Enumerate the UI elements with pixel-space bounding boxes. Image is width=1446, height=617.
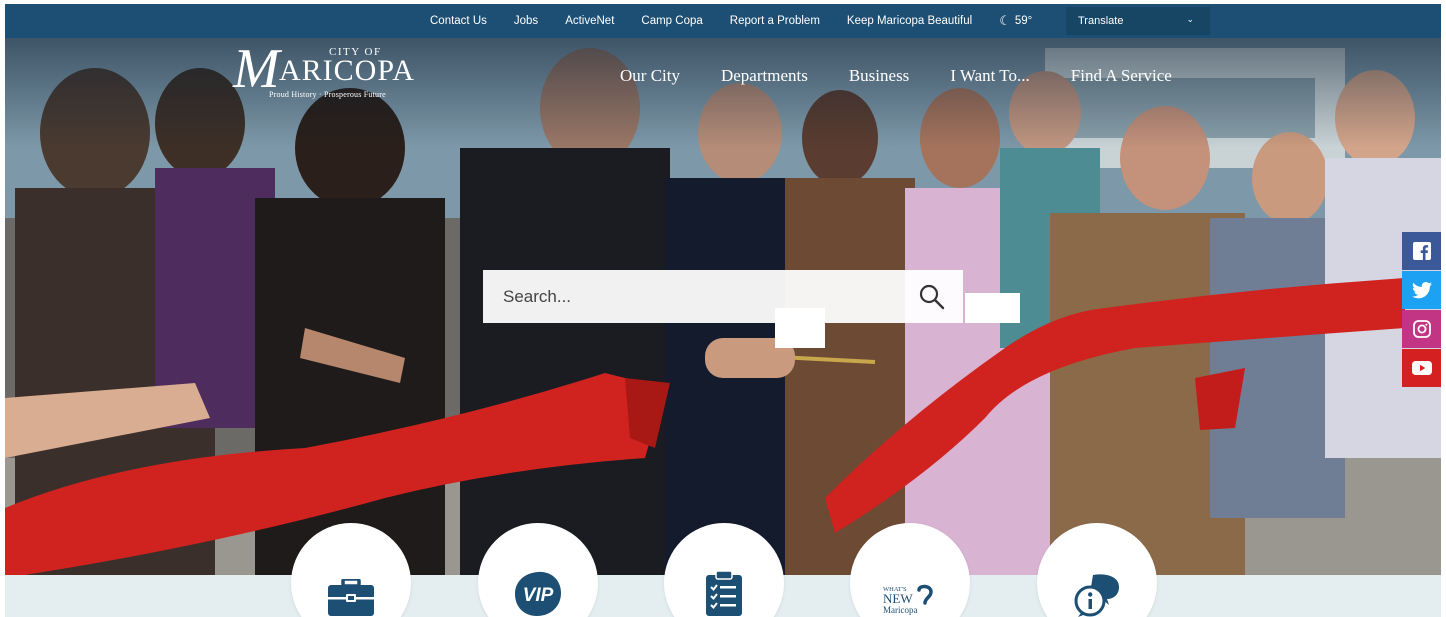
utility-bar: Contact Us Jobs ActiveNet Camp Copa Repo… (5, 4, 1441, 38)
youtube-icon[interactable] (1402, 349, 1441, 387)
checklist-icon (664, 523, 784, 617)
activenet-link[interactable]: ActiveNet (565, 15, 614, 27)
moon-icon: ☾ (999, 13, 1011, 28)
quick-link-whats-new[interactable]: WHAT'S NEW Maricopa (850, 523, 970, 617)
quick-link-info[interactable] (1037, 523, 1157, 617)
vip-text: VIP (523, 585, 554, 606)
nav-our-city[interactable]: Our City (620, 66, 680, 86)
nav-find-a-service[interactable]: Find A Service (1071, 66, 1172, 86)
search-icon[interactable] (917, 282, 947, 312)
twitter-icon[interactable] (1402, 271, 1441, 309)
main-nav: Our City Departments Business I Want To.… (620, 66, 1213, 86)
maricopa-logo[interactable]: M CITY OF ARICOPA Proud History · Prospe… (233, 41, 455, 103)
hero-top-shade (5, 38, 1441, 148)
quick-link-jobs[interactable] (291, 523, 411, 617)
contact-us-link[interactable]: Contact Us (430, 15, 487, 27)
nav-departments[interactable]: Departments (721, 66, 808, 86)
chevron-down-icon: ⌄ (1186, 14, 1194, 24)
whats-new-line2: NEW (883, 591, 913, 606)
jobs-link[interactable]: Jobs (514, 15, 538, 27)
search-bar (483, 270, 963, 323)
page-frame: Contact Us Jobs ActiveNet Camp Copa Repo… (5, 4, 1441, 617)
weather-temperature: 59° (1014, 15, 1033, 27)
quick-link-vip-portal[interactable]: VIP (478, 523, 598, 617)
camp-copa-link[interactable]: Camp Copa (641, 15, 702, 27)
quick-link-checklist[interactable] (664, 523, 784, 617)
logo-tagline: Proud History · Prosperous Future (269, 90, 386, 99)
instagram-icon[interactable] (1402, 310, 1441, 348)
whats-new-line3: Maricopa (883, 605, 917, 615)
facebook-icon[interactable] (1402, 232, 1441, 270)
social-sidebar (1402, 232, 1441, 388)
logo-initial: M (233, 38, 280, 100)
translate-dropdown[interactable]: Translate ⌄ (1066, 7, 1210, 35)
utility-links: Contact Us Jobs ActiveNet Camp Copa Repo… (430, 4, 1048, 38)
report-a-problem-link[interactable]: Report a Problem (730, 15, 820, 27)
weather-widget[interactable]: ☾ 59° (999, 13, 1032, 29)
translate-label: Translate (1078, 15, 1124, 27)
info-chat-icon (1037, 523, 1157, 617)
briefcase-icon (291, 523, 411, 617)
keep-maricopa-beautiful-link[interactable]: Keep Maricopa Beautiful (847, 15, 972, 27)
logo-name: ARICOPA (279, 54, 415, 87)
nav-business[interactable]: Business (849, 66, 909, 86)
nav-i-want-to[interactable]: I Want To... (950, 66, 1029, 86)
search-input[interactable] (483, 270, 903, 323)
whats-new-icon: WHAT'S NEW Maricopa (850, 523, 970, 617)
vip-portal-icon: VIP (478, 523, 598, 617)
